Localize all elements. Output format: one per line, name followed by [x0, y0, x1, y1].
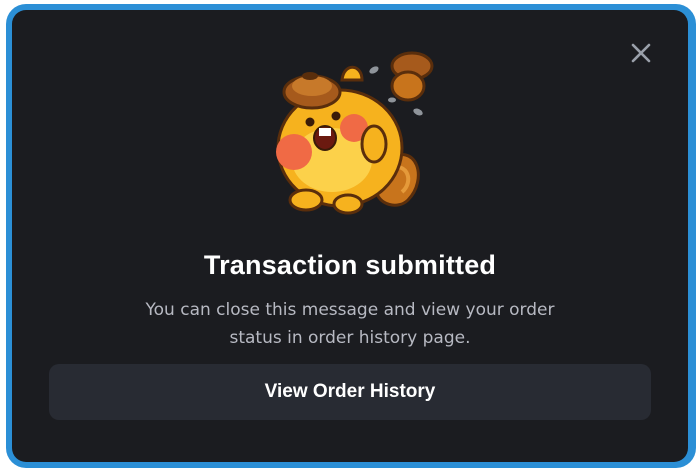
- dialog-title: Transaction submitted: [203, 250, 497, 280]
- squirrel-mascot-illustration: [276, 51, 434, 215]
- view-order-history-button[interactable]: View Order History: [49, 364, 651, 420]
- close-icon[interactable]: [628, 40, 654, 66]
- dialog-message: You can close this message and view your…: [145, 300, 555, 348]
